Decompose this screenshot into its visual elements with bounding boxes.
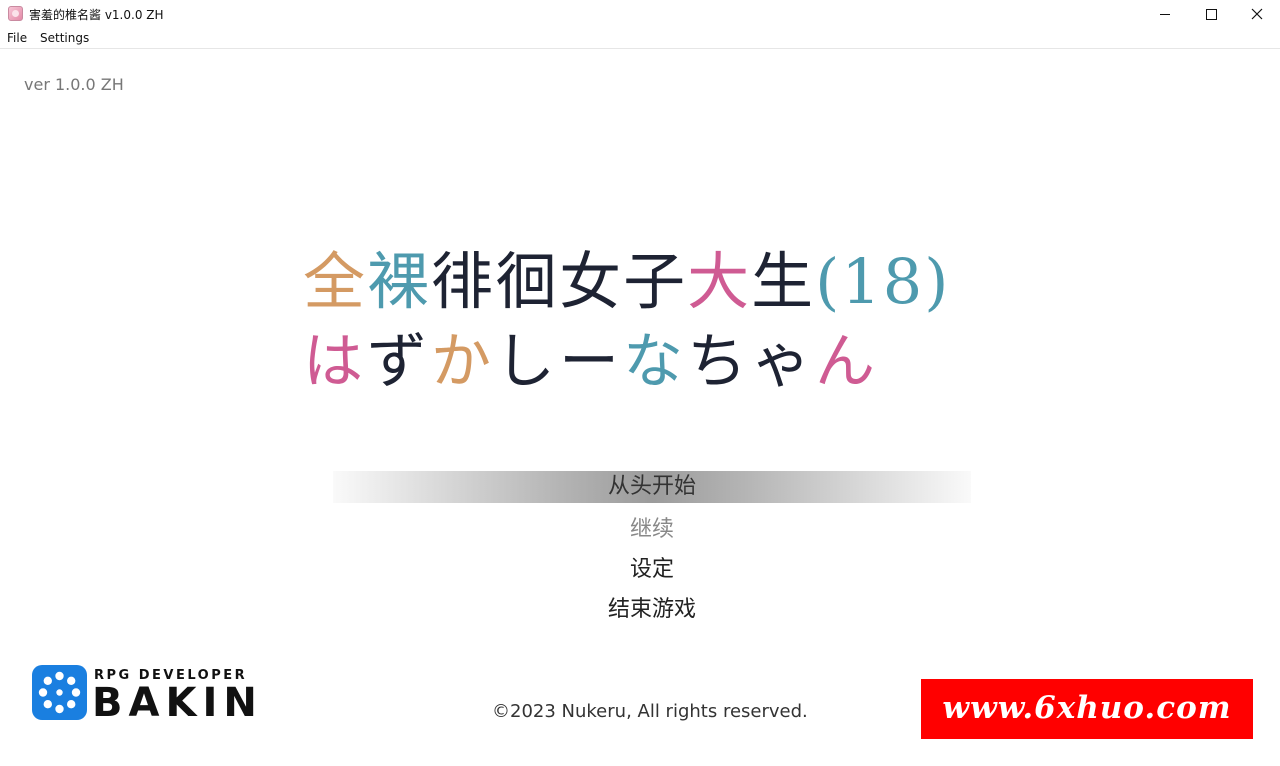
version-label: ver 1.0.0 ZH [24, 75, 124, 94]
title-char: ず [367, 327, 431, 397]
title-char: か [431, 327, 495, 397]
minimize-button[interactable] [1142, 0, 1188, 28]
title-char: 女 [559, 245, 624, 318]
maximize-button[interactable] [1188, 0, 1234, 28]
watermark-banner: www.6xhuo.com [921, 679, 1253, 739]
title-char: 徘 [431, 245, 496, 318]
new-game-button[interactable]: 从头开始 [333, 471, 971, 503]
title-char: 全 [303, 245, 368, 318]
title-char: な [623, 327, 687, 397]
window-title: 害羞的椎名酱 v1.0.0 ZH [29, 8, 164, 22]
close-button[interactable] [1234, 0, 1280, 28]
title-char: 裸 [367, 245, 432, 318]
maximize-icon [1205, 8, 1217, 20]
continue-button[interactable]: 继续 [333, 510, 971, 550]
title-char: し [495, 327, 559, 397]
quit-game-button[interactable]: 结束游戏 [333, 590, 971, 630]
settings-button[interactable]: 设定 [333, 550, 971, 590]
minimize-icon [1160, 13, 1170, 15]
app-icon [8, 6, 23, 21]
title-char: 徊 [495, 245, 560, 318]
window-titlebar: 害羞的椎名酱 v1.0.0 ZH [0, 0, 1280, 28]
menu-file[interactable]: File [7, 31, 27, 45]
title-char: (18) [815, 245, 951, 318]
bakin-logo: RPG DEVELOPER BAKIN [32, 665, 257, 726]
game-title-kanji: 全裸徘徊女子大生(18) [303, 231, 950, 321]
close-icon [1251, 8, 1263, 20]
title-char: ち [687, 327, 751, 397]
menu-settings[interactable]: Settings [40, 31, 89, 45]
title-char: 生 [751, 245, 816, 318]
bakin-wordmark: BAKIN [92, 680, 263, 726]
bakin-mark-icon [32, 665, 87, 720]
menu-bar: File Settings [0, 28, 1280, 49]
game-title-screen: ver 1.0.0 ZH 全裸徘徊女子大生(18) はずかしーなちゃん 从头开始… [0, 49, 1280, 766]
game-title-kana: はずかしーなちゃん [303, 313, 879, 400]
title-char: ゃ [751, 327, 815, 397]
title-menu: 从头开始 继续 设定 结束游戏 [333, 470, 971, 630]
title-char: 子 [623, 245, 688, 318]
copyright-text: ©2023 Nukeru, All rights reserved. [492, 701, 808, 722]
title-char: 大 [687, 245, 752, 318]
title-char: ん [815, 327, 879, 397]
watermark-text: www.6xhuo.com [942, 690, 1232, 726]
title-char: は [303, 327, 367, 397]
title-char: ー [559, 327, 623, 397]
